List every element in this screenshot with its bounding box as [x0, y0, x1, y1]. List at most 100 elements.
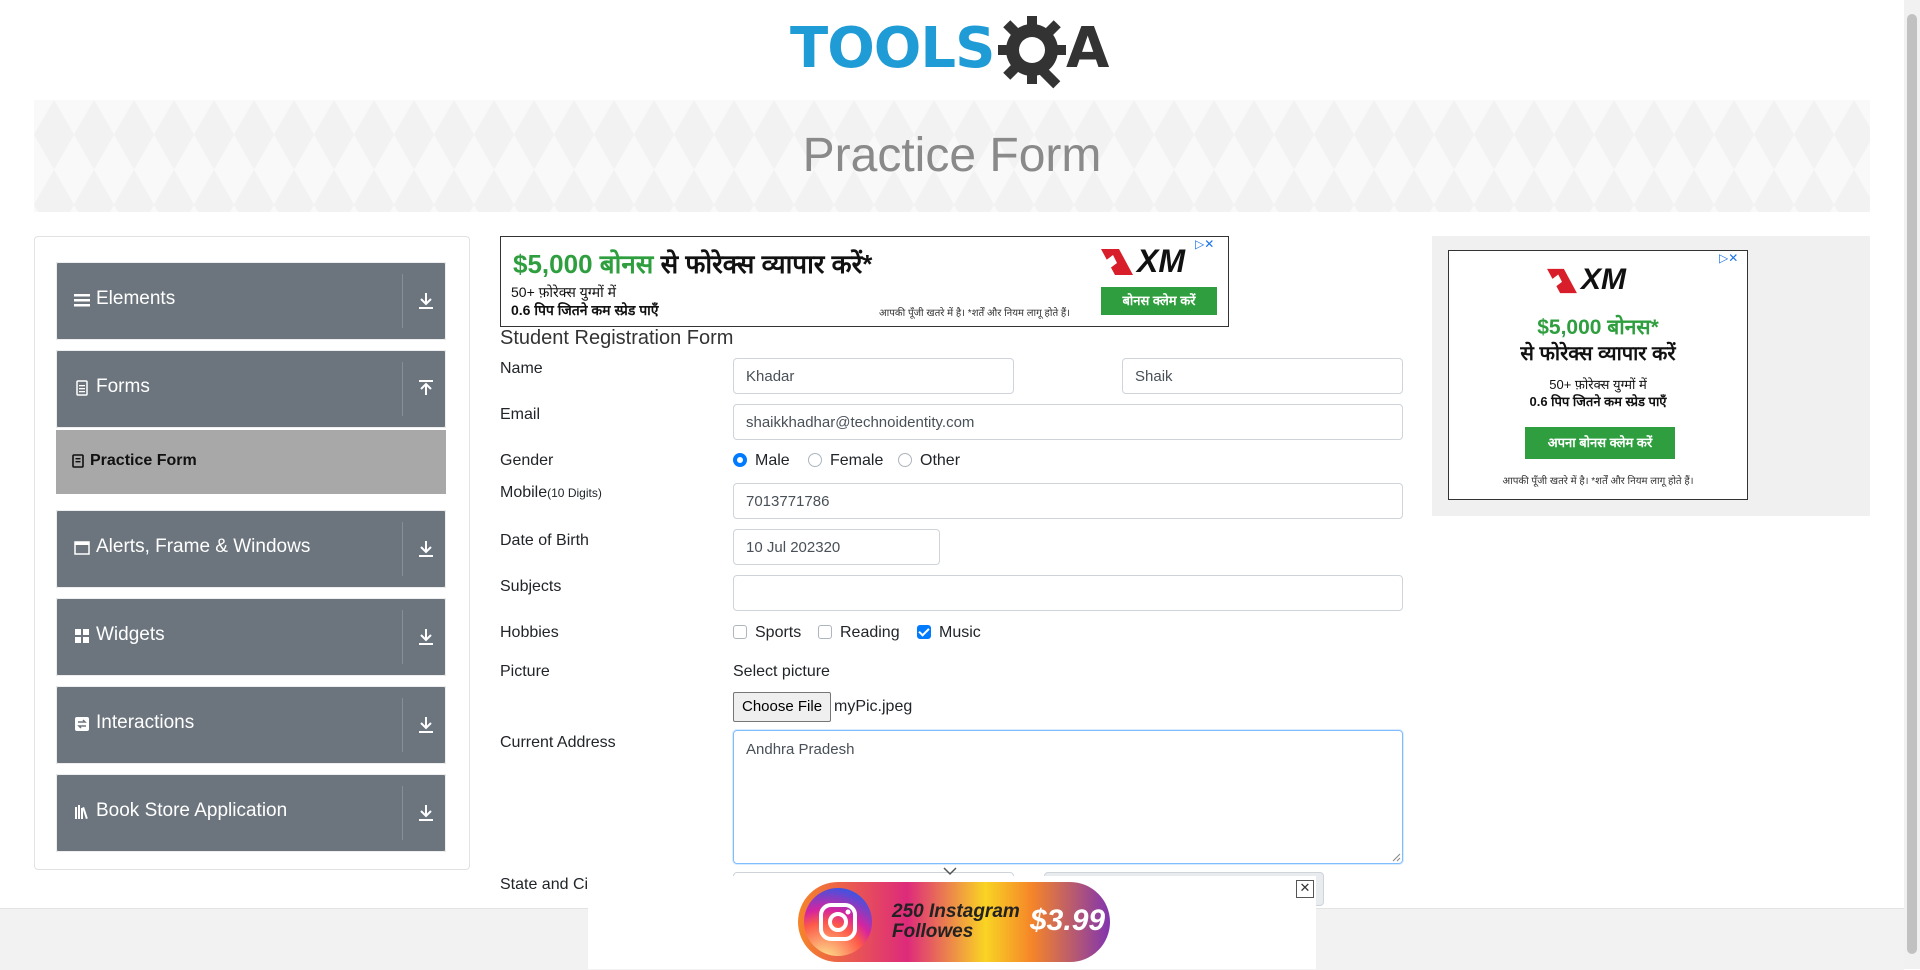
sidebar-group-label: Elements — [96, 288, 176, 309]
books-icon — [75, 805, 88, 820]
email-input[interactable]: shaikkhadhar@technoidentity.com — [733, 404, 1403, 440]
ad-headline: $5,000 बोनस से फोरेक्स व्यापार करें* — [513, 245, 872, 281]
hobby-checkbox-music[interactable]: Music — [917, 624, 981, 642]
chevron-down-icon — [943, 867, 957, 876]
download-arrow-icon — [419, 717, 433, 733]
scrollbar-thumb[interactable] — [1907, 14, 1917, 954]
divider — [402, 274, 403, 328]
subjects-label: Subjects — [500, 578, 562, 595]
page-title: Practice Form — [802, 129, 1102, 182]
xm-brand: XM — [1581, 263, 1626, 296]
window-icon — [74, 541, 90, 555]
divider — [402, 610, 403, 664]
choose-file-button[interactable]: Choose File — [733, 692, 832, 722]
sidebar: Elements Forms Practice Form Alerts, Fra… — [34, 236, 470, 870]
right-ad-line2: 0.6 पिप जितने कम स्प्रेड पाएँ — [1529, 394, 1667, 409]
close-ad-button[interactable]: ✕ — [1296, 880, 1314, 898]
gender-radio-other[interactable]: Other — [898, 452, 960, 470]
checkbox-indicator[interactable] — [818, 625, 832, 639]
form-title: Student Registration Form — [500, 327, 734, 349]
right-advertisement[interactable]: ▷✕ XM $5,000 बोनस* से फोरेक्स व्यापार कर… — [1432, 236, 1870, 516]
sidebar-group-label: Interactions — [96, 712, 195, 733]
subjects-input[interactable] — [733, 575, 1403, 611]
right-ad-disclaimer: आपकी पूँजी खतरे में है। *शर्तें और नियम … — [1502, 476, 1694, 487]
mobile-label-text: Mobile — [500, 484, 548, 501]
ad-line2: 0.6 पिप जितने कम स्प्रेड पाएँ — [511, 302, 659, 318]
ad-headline-rest: से फोरेक्स व्यापार करें* — [653, 249, 873, 279]
top-advertisement[interactable]: $5,000 बोनस से फोरेक्स व्यापार करें* 50+… — [500, 236, 1229, 327]
instagram-camera-icon — [819, 903, 857, 941]
checkbox-label: Music — [939, 624, 981, 641]
dob-label: Date of Birth — [500, 532, 589, 549]
right-ad-amount: $5,000 बोनस* — [1537, 316, 1659, 339]
xm-brand-icon — [1547, 268, 1577, 294]
checkbox-label: Sports — [755, 624, 802, 641]
sidebar-group-label: Book Store Application — [96, 800, 288, 821]
xm-logo: XM — [1545, 263, 1665, 297]
hobbies-label: Hobbies — [500, 624, 559, 641]
divider — [402, 786, 403, 840]
radio-indicator[interactable] — [733, 453, 747, 467]
checkbox-indicator[interactable] — [917, 625, 931, 639]
sidebar-group-interactions[interactable]: Interactions — [56, 686, 446, 764]
form-icon — [72, 454, 84, 468]
adchoices-icon[interactable]: ▷✕ — [1195, 237, 1214, 251]
ad-claim-button[interactable]: बोनस क्लेम करें — [1101, 287, 1217, 315]
current-address-textarea[interactable]: Andhra Pradesh — [733, 730, 1403, 864]
download-arrow-icon — [419, 541, 433, 557]
ad-line1: 50+ फ़ोरेक्स युग्मों में — [511, 284, 616, 300]
adchoices-icon[interactable]: ▷✕ — [1719, 251, 1738, 265]
xm-brand: XM — [1137, 243, 1185, 279]
radio-indicator[interactable] — [898, 453, 912, 467]
toolsqa-logo[interactable]: TOOLS A — [790, 14, 1116, 90]
sidebar-group-alerts[interactable]: Alerts, Frame & Windows — [56, 510, 446, 588]
ad-headline-amount: $5,000 बोनस — [513, 249, 654, 279]
divider — [402, 362, 403, 416]
date-of-birth-input[interactable]: 10 Jul 202320 — [733, 529, 940, 565]
ad-disclaimer: आपकी पूँजी खतरे में है। *शर्तें और नियम … — [879, 308, 1071, 319]
first-name-input[interactable]: Khadar — [733, 358, 1014, 394]
instagram-icon — [804, 888, 872, 956]
instagram-ad-price: $3.99 — [1030, 904, 1106, 937]
hobby-checkbox-sports[interactable]: Sports — [733, 624, 801, 642]
radio-label: Female — [830, 452, 884, 469]
sidebar-group-widgets[interactable]: Widgets — [56, 598, 446, 676]
page-scrollbar[interactable] — [1904, 0, 1920, 969]
download-arrow-icon — [419, 805, 433, 821]
checkbox-indicator[interactable] — [733, 625, 747, 639]
sidebar-item-practice-form[interactable]: Practice Form — [56, 430, 446, 494]
document-icon — [76, 380, 88, 396]
right-ad-headline: से फोरेक्स व्यापार करें — [1520, 343, 1676, 365]
gender-label: Gender — [500, 452, 554, 469]
radio-label: Male — [755, 452, 790, 469]
sidebar-group-label: Widgets — [96, 624, 165, 645]
resize-handle-icon[interactable] — [1391, 852, 1401, 862]
mobile-label: Mobile(10 Digits) — [500, 484, 602, 502]
right-ad-box[interactable]: ▷✕ XM $5,000 बोनस* से फोरेक्स व्यापार कर… — [1448, 250, 1748, 500]
sidebar-group-forms[interactable]: Forms — [56, 350, 446, 428]
download-arrow-icon — [419, 293, 433, 309]
grid-icon — [75, 629, 89, 643]
email-label: Email — [500, 406, 541, 423]
last-name-input[interactable]: Shaik — [1122, 358, 1403, 394]
hobby-checkbox-reading[interactable]: Reading — [818, 624, 900, 642]
radio-indicator[interactable] — [808, 453, 822, 467]
gender-radio-male[interactable]: Male — [733, 452, 790, 470]
instagram-ad-banner[interactable]: 250 Instagram Followes $3.99 — [798, 882, 1110, 962]
state-city-label: State and City — [500, 876, 588, 893]
sidebar-group-book-store[interactable]: Book Store Application — [56, 774, 446, 852]
sidebar-group-label: Forms — [96, 376, 150, 397]
bottom-sticky-ad[interactable]: 250 Instagram Followes $3.99 ✕ — [588, 876, 1316, 969]
gender-radio-female[interactable]: Female — [808, 452, 883, 470]
divider — [402, 698, 403, 752]
mobile-hint: (10 Digits) — [547, 486, 602, 500]
mobile-input[interactable]: 7013771786 — [733, 483, 1403, 519]
right-ad-claim-button[interactable]: अपना बोनस क्लेम करें — [1525, 427, 1675, 459]
file-name: myPic.jpeg — [834, 698, 913, 715]
swap-icon — [75, 717, 89, 731]
checkbox-label: Reading — [840, 624, 900, 641]
sidebar-group-elements[interactable]: Elements — [56, 262, 446, 340]
hamburger-icon — [74, 294, 90, 307]
divider — [402, 522, 403, 576]
right-ad-line1: 50+ फ़ोरेक्स युग्मों में — [1549, 377, 1647, 392]
